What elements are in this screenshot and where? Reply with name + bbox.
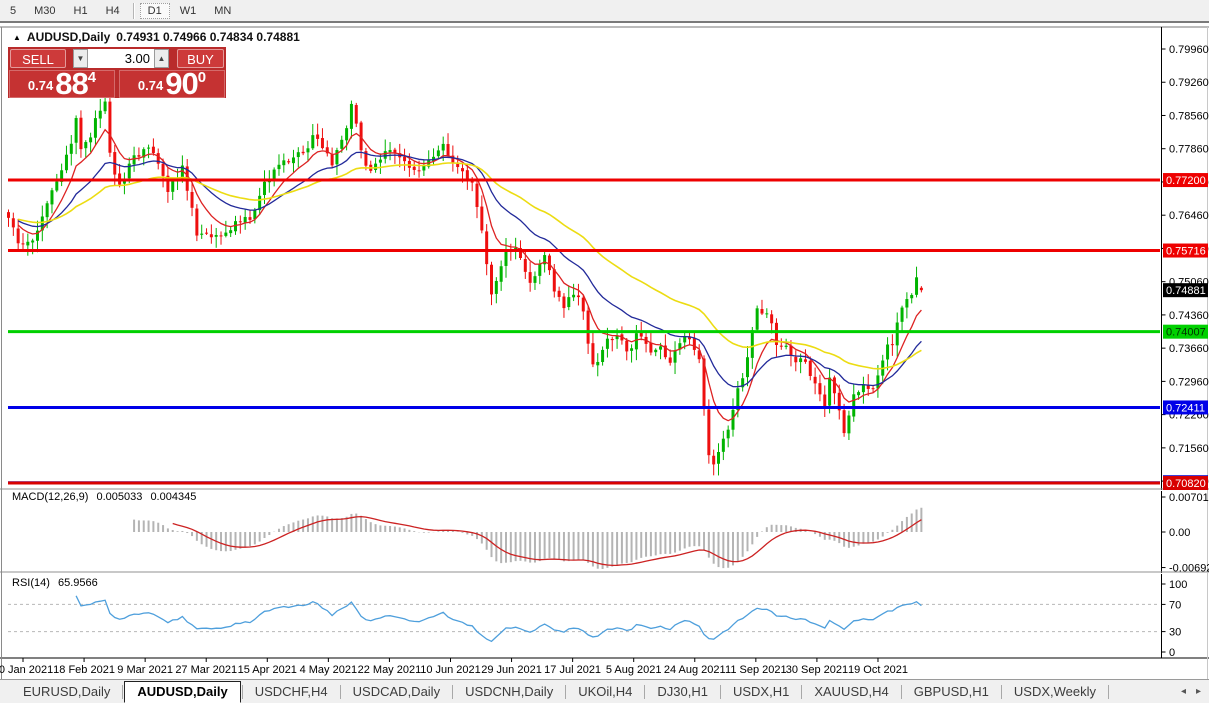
volume-input[interactable]: [88, 49, 154, 68]
date-tick-label: 10 Jun 2021: [420, 664, 481, 676]
date-tick-label: 18 Feb 2021: [53, 664, 115, 676]
tab-separator: [1000, 684, 1002, 699]
date-tick-label: 17 Jul 2021: [544, 664, 601, 676]
tab-scroll-arrows: ◂ ▸: [1181, 686, 1201, 697]
buy-price-prefix: 0.74: [137, 78, 164, 93]
trade-panel-quotes: 0.74 88 4 0.74 90 0: [9, 66, 225, 101]
price-tick-label: 0.72960: [1169, 376, 1209, 388]
tab-separator: [719, 684, 721, 699]
timeframe-button-w1[interactable]: W1: [172, 3, 205, 19]
tab-separator: [900, 684, 902, 699]
trading-app-window: 5 M30 H1 H4 D1 W1 MN 0.79960 0.79260 0.78560 0.77…: [0, 0, 1209, 703]
date-tick-label: 24 Aug 2021: [664, 664, 726, 676]
date-tick-label: 19 Oct 2021: [848, 664, 908, 676]
chart-tab-usdx-weekly[interactable]: USDX,Weekly: [1003, 681, 1107, 702]
chart-tab-audusd-daily[interactable]: AUDUSD,Daily: [124, 680, 241, 703]
tab-separator: [452, 684, 454, 699]
chart-tab-usdcad-daily[interactable]: USDCAD,Daily: [342, 681, 451, 702]
timeframe-button-mn[interactable]: MN: [206, 3, 239, 19]
toolbar-separator: [132, 2, 135, 19]
macd-scale-label: -0.006923: [1169, 563, 1209, 575]
macd-scale-label: 0.007015: [1169, 492, 1209, 504]
date-tick-label: 30 Sep 2021: [786, 664, 848, 676]
sell-price-prefix: 0.74: [27, 78, 54, 93]
one-click-trade-panel: SELL ▼ ▲ BUY 0.74 88 4 0.74 90 0: [8, 47, 226, 101]
rsi-scale-label: 70: [1169, 599, 1181, 611]
buy-price-big: 90: [165, 66, 198, 101]
chart-tab-gbpusd-h1[interactable]: GBPUSD,H1: [903, 681, 1000, 702]
price-tick-label: 0.79260: [1169, 77, 1209, 89]
date-tick-label: 11 Sep 2021: [725, 664, 787, 676]
level-price-badge: 0.75716: [1166, 246, 1206, 258]
price-tick-label: 0.73660: [1169, 343, 1209, 355]
buy-price-button[interactable]: 0.74 90 0: [119, 66, 225, 101]
chart-tab-dj30-h1[interactable]: DJ30,H1: [646, 681, 719, 702]
level-price-badge: 0.74007: [1166, 327, 1206, 339]
macd-indicator-label: MACD(12,26,9) 0.005033 0.004345: [12, 491, 201, 503]
rsi-name: RSI(14): [12, 577, 50, 589]
tab-separator: [801, 684, 803, 699]
chart-tab-eurusd-daily[interactable]: EURUSD,Daily: [12, 681, 121, 702]
tab-separator: [339, 684, 341, 699]
date-tick-label: 5 Aug 2021: [606, 664, 662, 676]
chart-ohlc-values: 0.74931 0.74966 0.74834 0.74881: [116, 30, 300, 44]
macd-scale-label: 0.00: [1169, 527, 1190, 539]
timeframe-button-m30[interactable]: M30: [26, 3, 63, 19]
date-tick-label: 29 Jun 2021: [481, 664, 542, 676]
sell-price-button[interactable]: 0.74 88 4: [9, 66, 115, 101]
price-tick-label: 0.78560: [1169, 110, 1209, 122]
price-tick-label: 0.71560: [1169, 443, 1209, 455]
date-tick-label: 15 Apr 2021: [238, 664, 297, 676]
chart-tab-xauusd-h4[interactable]: XAUUSD,H4: [803, 681, 899, 702]
tab-scroll-right-icon[interactable]: ▸: [1196, 686, 1201, 697]
macd-value-signal: 0.004345: [150, 491, 197, 503]
macd-name: MACD(12,26,9): [12, 491, 89, 503]
timeframe-button-d1[interactable]: D1: [139, 2, 170, 19]
level-price-badge: 0.74881: [1166, 285, 1206, 297]
rsi-scale-label: 30: [1169, 627, 1181, 639]
chart-title: ▲ AUDUSD,Daily 0.74931 0.74966 0.74834 0…: [13, 30, 300, 44]
tab-separator: [644, 684, 646, 699]
level-price-badge: 0.72411: [1166, 402, 1205, 414]
timeframe-button-h1[interactable]: H1: [66, 3, 96, 19]
chart-tab-usdcnh-daily[interactable]: USDCNH,Daily: [454, 681, 564, 702]
collapse-chart-icon[interactable]: ▲: [13, 33, 21, 42]
timeframe-toolbar: 5 M30 H1 H4 D1 W1 MN: [0, 0, 1209, 21]
date-tick-label: 30 Jan 2021: [0, 664, 53, 676]
price-tick-label: 0.76460: [1169, 210, 1209, 222]
rsi-scale-label: 0: [1169, 647, 1175, 659]
level-price-badge: 0.70820: [1166, 478, 1206, 490]
tab-scroll-left-icon[interactable]: ◂: [1181, 686, 1186, 697]
buy-price-sup: 0: [197, 69, 207, 86]
date-tick-label: 9 Mar 2021: [117, 664, 173, 676]
tab-separator: [1108, 684, 1110, 699]
rsi-scale-label: 100: [1169, 579, 1187, 591]
price-tick-label: 0.79960: [1169, 44, 1209, 56]
price-tick-label: 0.74360: [1169, 310, 1209, 322]
rsi-value: 65.9566: [57, 577, 98, 589]
date-tick-label: 22 May 2021: [358, 664, 422, 676]
chart-canvas[interactable]: 0.799600.792600.785600.778600.771600.764…: [0, 23, 1209, 681]
macd-value-main: 0.005033: [96, 491, 143, 503]
timeframe-button-h4[interactable]: H4: [98, 3, 128, 19]
chart-tab-ukoil-h4[interactable]: UKOil,H4: [567, 681, 643, 702]
tab-separator: [241, 684, 243, 699]
sell-price-big: 88: [55, 66, 88, 101]
rsi-indicator-label: RSI(14) 65.9566: [12, 577, 103, 589]
tab-separator: [565, 684, 567, 699]
timeframe-button-5[interactable]: 5: [2, 3, 24, 19]
sell-price-sup: 4: [87, 69, 97, 86]
date-tick-label: 27 Mar 2021: [175, 664, 237, 676]
level-price-badge: 0.77200: [1166, 175, 1206, 187]
chart-window: 0.799600.792600.785600.778600.771600.764…: [0, 21, 1209, 681]
chart-tab-usdchf-h4[interactable]: USDCHF,H4: [244, 681, 339, 702]
tab-separator: [122, 684, 124, 699]
date-tick-label: 4 May 2021: [300, 664, 357, 676]
chart-symbol-label: AUDUSD,Daily: [26, 30, 111, 44]
chart-tabs-bar: EURUSD,Daily AUDUSD,Daily USDCHF,H4 USDCAD,…: [0, 679, 1209, 703]
price-tick-label: 0.77860: [1169, 144, 1209, 156]
chart-tab-usdx-h1[interactable]: USDX,H1: [722, 681, 800, 702]
